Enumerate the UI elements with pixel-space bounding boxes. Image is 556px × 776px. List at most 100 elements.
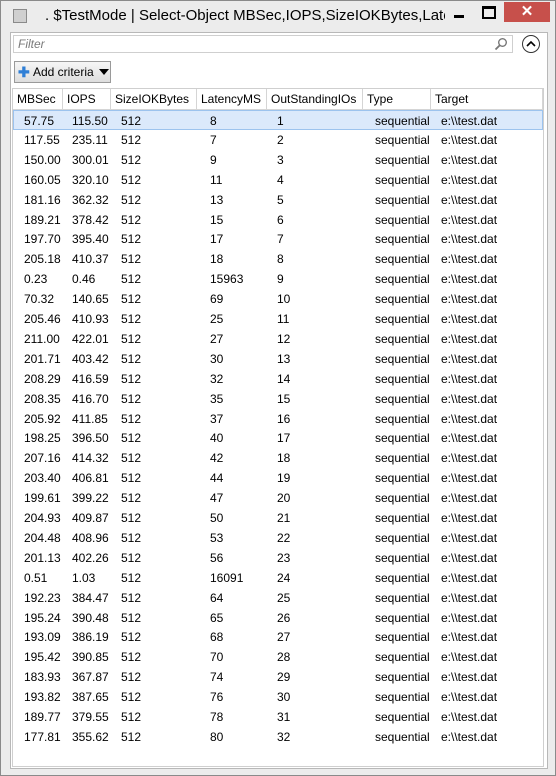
cell-sizeiokbytes: 512 bbox=[121, 491, 142, 506]
table-row[interactable]: 205.92 411.85 512 37 16 sequential e:\\test.da… bbox=[13, 409, 543, 429]
cell-target: e:\\test.dat bbox=[441, 331, 498, 346]
table-row[interactable]: 160.05 320.10 512 11 4 sequential e:\\test.dat bbox=[13, 170, 543, 190]
table-row[interactable]: 204.93 409.87 512 50 21 sequential e:\\test.da… bbox=[13, 508, 543, 528]
column-header-target[interactable]: Target bbox=[431, 89, 543, 109]
table-row[interactable]: 199.61 399.22 512 47 20 sequential e:\\test.da… bbox=[13, 488, 543, 508]
cell-target: e:\\test.dat bbox=[441, 729, 498, 744]
table-row[interactable]: 0.51 1.03 512 16091 24 sequential e:\\test.dat bbox=[13, 568, 543, 588]
cell-iops: 235.11 bbox=[72, 132, 108, 147]
table-row[interactable]: 203.40 406.81 512 44 19 sequential e:\\test.da… bbox=[13, 468, 543, 488]
column-header-iops[interactable]: IOPS bbox=[63, 89, 111, 109]
table-row[interactable]: 195.24 390.48 512 65 26 sequential e:\\test.da… bbox=[13, 608, 543, 628]
cell-type: sequential bbox=[375, 511, 430, 525]
cell-target: e:\\test.dat bbox=[441, 511, 498, 525]
cell-outstandingios: 17 bbox=[277, 431, 291, 446]
column-header-latencyms[interactable]: LatencyMS bbox=[197, 89, 267, 109]
cell-target: e:\\test.dat bbox=[441, 650, 498, 665]
cell-type: sequential bbox=[375, 391, 430, 406]
table-row[interactable]: 205.46 410.93 512 25 11 sequential e:\\test.da… bbox=[13, 309, 543, 329]
results-grid[interactable]: MBSec IOPS SizeIOKBytes LatencyMS OutStandin… bbox=[12, 88, 544, 767]
cell-latencyms: 47 bbox=[210, 491, 224, 506]
table-row[interactable]: 208.29 416.59 512 32 14 sequential e:\\test.da… bbox=[13, 369, 543, 389]
cell-mbsec: 189.21 bbox=[24, 212, 61, 227]
cell-sizeiokbytes: 512 bbox=[121, 232, 142, 247]
cell-target: e:\\test.dat bbox=[441, 172, 498, 187]
cell-target: e:\\test.dat bbox=[441, 610, 498, 625]
table-row[interactable]: 177.81 355.62 512 80 32 sequential e:\\test.da… bbox=[13, 727, 543, 747]
cell-sizeiokbytes: 512 bbox=[121, 650, 142, 665]
cell-type: sequential bbox=[375, 491, 430, 506]
cell-iops: 422.01 bbox=[72, 331, 109, 346]
table-row[interactable]: 205.18 410.37 512 18 8 sequential e:\\test.dat bbox=[13, 249, 543, 269]
column-header-outstandingios[interactable]: OutStandingIOs bbox=[267, 89, 363, 109]
table-row[interactable]: 189.21 378.42 512 15 6 sequential e:\\test.dat bbox=[13, 210, 543, 230]
title-bar[interactable]: . $TestMode | Select-Object MBSec,IOPS,S… bbox=[1, 1, 555, 32]
collapse-filter-button[interactable] bbox=[522, 35, 540, 53]
cell-outstandingios: 21 bbox=[277, 511, 291, 525]
cell-target: e:\\test.dat bbox=[441, 690, 498, 705]
maximize-button[interactable] bbox=[475, 2, 503, 22]
close-button[interactable]: ✕ bbox=[504, 2, 550, 22]
cell-target: e:\\test.dat bbox=[441, 471, 498, 486]
table-row[interactable]: 211.00 422.01 512 27 12 sequential e:\\test.da… bbox=[13, 329, 543, 349]
table-row[interactable]: 117.55 235.11 512 7 2 sequential e:\\test.dat bbox=[13, 130, 543, 150]
cell-type: sequential bbox=[375, 292, 430, 307]
cell-mbsec: 211.00 bbox=[24, 331, 60, 346]
cell-target: e:\\test.dat bbox=[441, 491, 498, 506]
cell-sizeiokbytes: 512 bbox=[121, 670, 142, 685]
table-row[interactable]: 193.09 386.19 512 68 27 sequential e:\\test.da… bbox=[13, 627, 543, 647]
cell-latencyms: 13 bbox=[210, 192, 224, 207]
table-row[interactable]: 204.48 408.96 512 53 22 sequential e:\\test.da… bbox=[13, 528, 543, 548]
cell-mbsec: 193.82 bbox=[24, 690, 61, 705]
cell-outstandingios: 26 bbox=[277, 610, 291, 625]
table-row[interactable]: 150.00 300.01 512 9 3 sequential e:\\test.dat bbox=[13, 150, 543, 170]
cell-target: e:\\test.dat bbox=[441, 630, 498, 645]
cell-type: sequential bbox=[375, 172, 430, 187]
table-row[interactable]: 197.70 395.40 512 17 7 sequential e:\\test.dat bbox=[13, 229, 543, 249]
cell-outstandingios: 5 bbox=[277, 192, 284, 207]
table-row[interactable]: 181.16 362.32 512 13 5 sequential e:\\test.dat bbox=[13, 190, 543, 210]
cell-outstandingios: 32 bbox=[277, 729, 291, 744]
cell-iops: 399.22 bbox=[72, 491, 109, 506]
table-row[interactable]: 183.93 367.87 512 74 29 sequential e:\\test.da… bbox=[13, 667, 543, 687]
table-row[interactable]: 0.23 0.46 512 15963 9 sequential e:\\test.dat bbox=[13, 269, 543, 289]
column-header-type[interactable]: Type bbox=[363, 89, 431, 109]
cell-latencyms: 56 bbox=[210, 550, 224, 565]
cell-outstandingios: 15 bbox=[277, 391, 291, 406]
table-row[interactable]: 189.77 379.55 512 78 31 sequential e:\\test.da… bbox=[13, 707, 543, 727]
cell-latencyms: 30 bbox=[210, 351, 224, 366]
cell-sizeiokbytes: 512 bbox=[121, 511, 142, 525]
table-row[interactable]: 70.32 140.65 512 69 10 sequential e:\\test.dat bbox=[13, 289, 543, 309]
table-row[interactable]: 207.16 414.32 512 42 18 sequential e:\\test.da… bbox=[13, 448, 543, 468]
cell-outstandingios: 28 bbox=[277, 650, 291, 665]
cell-sizeiokbytes: 512 bbox=[121, 351, 142, 366]
add-criteria-button[interactable]: ✚ Add criteria bbox=[14, 61, 111, 83]
column-header-sizeiokbytes[interactable]: SizeIOKBytes bbox=[111, 89, 197, 109]
search-icon[interactable] bbox=[494, 37, 508, 51]
cell-iops: 406.81 bbox=[72, 471, 109, 486]
maximize-icon bbox=[482, 5, 496, 19]
cell-outstandingios: 25 bbox=[277, 590, 291, 605]
table-row[interactable]: 208.35 416.70 512 35 15 sequential e:\\test.da… bbox=[13, 389, 543, 409]
table-row[interactable]: 195.42 390.85 512 70 28 sequential e:\\test.da… bbox=[13, 647, 543, 667]
cell-target: e:\\test.dat bbox=[441, 212, 498, 227]
cell-target: e:\\test.dat bbox=[441, 710, 498, 724]
minimize-button[interactable] bbox=[445, 2, 473, 22]
filter-input[interactable] bbox=[18, 36, 488, 52]
cell-type: sequential bbox=[375, 431, 430, 446]
cell-mbsec: 204.93 bbox=[24, 511, 61, 525]
table-row[interactable]: 192.23 384.47 512 64 25 sequential e:\\test.da… bbox=[13, 588, 543, 608]
table-row[interactable]: 57.75 115.50 512 8 1 sequential e:\\test.dat bbox=[13, 110, 543, 130]
table-row[interactable]: 193.82 387.65 512 76 30 sequential e:\\test.da… bbox=[13, 687, 543, 707]
cell-sizeiokbytes: 512 bbox=[121, 451, 142, 466]
table-row[interactable]: 198.25 396.50 512 40 17 sequential e:\\test.da… bbox=[13, 428, 543, 448]
table-row[interactable]: 201.13 402.26 512 56 23 sequential e:\\test.da… bbox=[13, 548, 543, 568]
cell-mbsec: 208.29 bbox=[24, 371, 61, 386]
cell-target: e:\\test.dat bbox=[441, 152, 498, 167]
main-panel: ✚ Add criteria MBSecIOPSSizeIOKBytesLate… bbox=[10, 32, 548, 769]
column-header-mbsec[interactable]: MBSec bbox=[13, 89, 63, 109]
cell-outstandingios: 27 bbox=[277, 630, 291, 645]
cell-outstandingios: 14 bbox=[277, 371, 291, 386]
table-row[interactable]: 201.71 403.42 512 30 13 sequential e:\\test.da… bbox=[13, 349, 543, 369]
cell-iops: 379.55 bbox=[72, 710, 109, 724]
